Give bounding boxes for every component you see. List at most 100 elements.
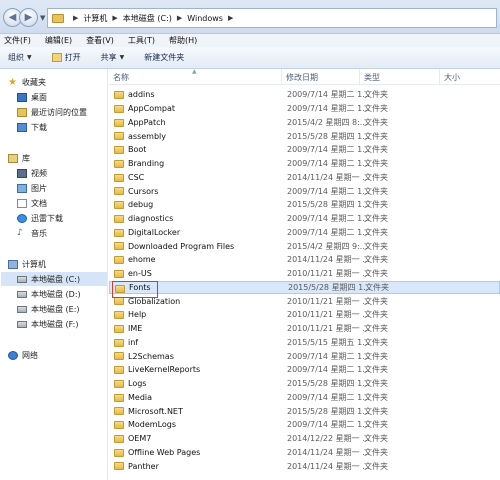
computer-icon: [8, 259, 18, 269]
file-row[interactable]: AppCompat 2009/7/14 星期二 1... 文件夹: [109, 102, 500, 116]
file-date-modified: 2015/5/28 星期四 1...: [287, 200, 370, 210]
hard-drive-icon: [17, 305, 27, 313]
file-row[interactable]: debug 2015/5/28 星期四 1... 文件夹: [109, 198, 500, 212]
nav-libraries-label: 库: [22, 153, 30, 163]
file-row[interactable]: Panther 2014/11/24 星期一 ... 文件夹: [109, 459, 500, 473]
menu-help[interactable]: 帮助(H): [169, 35, 197, 46]
address-bar[interactable]: ▶ 计算机 ▶ 本地磁盘 (C:) ▶ Windows ▶: [47, 8, 497, 28]
file-row[interactable]: Cursors 2009/7/14 星期二 1... 文件夹: [109, 184, 500, 198]
column-name[interactable]: 名称: [109, 69, 282, 85]
file-date-modified: 2015/5/15 星期五 1...: [287, 337, 370, 347]
file-row[interactable]: Help 2010/11/21 星期一 ... 文件夹: [109, 308, 500, 322]
file-row[interactable]: diagnostics 2009/7/14 星期二 1... 文件夹: [109, 212, 500, 226]
file-row[interactable]: Media 2009/7/14 星期二 1... 文件夹: [109, 391, 500, 405]
file-name: AppPatch: [128, 117, 166, 127]
folder-icon: [114, 201, 124, 209]
nav-computer[interactable]: 计算机: [8, 257, 46, 271]
nav-documents[interactable]: 文档: [17, 196, 47, 210]
file-row[interactable]: Boot 2009/7/14 星期二 1... 文件夹: [109, 143, 500, 157]
file-row[interactable]: ehome 2014/11/24 星期一 ... 文件夹: [109, 253, 500, 267]
nav-libraries[interactable]: 库: [8, 151, 30, 165]
nav-drive-d[interactable]: 本地磁盘 (D:): [17, 287, 81, 301]
column-date-modified[interactable]: 修改日期: [282, 69, 360, 85]
nav-drive-c-label: 本地磁盘 (C:): [31, 274, 81, 284]
file-row[interactable]: Fonts 2015/5/28 星期四 1... 文件夹: [109, 280, 500, 295]
file-name: Media: [128, 392, 153, 402]
file-row[interactable]: Branding 2009/7/14 星期二 1... 文件夹: [109, 157, 500, 171]
file-row[interactable]: addins 2009/7/14 星期二 1... 文件夹: [109, 88, 500, 102]
file-type: 文件夹: [364, 269, 388, 279]
file-row[interactable]: L2Schemas 2009/7/14 星期二 1... 文件夹: [109, 349, 500, 363]
breadcrumb-windows[interactable]: Windows: [187, 14, 223, 23]
file-row[interactable]: assembly 2015/5/28 星期四 1... 文件夹: [109, 129, 500, 143]
menu-tools[interactable]: 工具(T): [128, 35, 155, 46]
breadcrumb-computer[interactable]: 计算机: [83, 13, 107, 24]
column-type[interactable]: 类型: [360, 69, 440, 85]
folder-icon: [115, 284, 125, 293]
file-row[interactable]: en-US 2010/11/21 星期一 ... 文件夹: [109, 267, 500, 281]
chevron-right-icon[interactable]: ▶: [112, 14, 117, 22]
file-date-modified: 2015/4/2 星期四 9:...: [287, 241, 368, 251]
nav-network[interactable]: 网络: [8, 348, 38, 362]
forward-button[interactable]: ▶: [19, 8, 38, 27]
network-icon: [8, 350, 18, 360]
chevron-right-icon[interactable]: ▶: [177, 14, 182, 22]
nav-drive-e[interactable]: 本地磁盘 (E:): [17, 302, 80, 316]
nav-downloads[interactable]: 下载: [17, 120, 47, 134]
file-row[interactable]: CSC 2014/11/24 星期一 ... 文件夹: [109, 171, 500, 185]
menu-file[interactable]: 文件(F): [4, 35, 31, 46]
file-type: 文件夹: [364, 200, 388, 210]
chevron-right-icon[interactable]: ▶: [228, 14, 233, 22]
file-row[interactable]: Offline Web Pages 2014/11/24 星期一 ... 文件夹: [109, 446, 500, 460]
nav-drive-e-label: 本地磁盘 (E:): [31, 304, 80, 314]
folder-icon: [114, 187, 124, 196]
file-row[interactable]: Microsoft.NET 2015/5/28 星期四 1... 文件夹: [109, 404, 500, 418]
history-dropdown-icon[interactable]: ▼: [40, 14, 45, 22]
nav-desktop[interactable]: 桌面: [17, 90, 47, 104]
nav-thunder-downloads[interactable]: 迅雷下载: [17, 211, 63, 225]
nav-drive-f[interactable]: 本地磁盘 (F:): [17, 317, 78, 331]
command-bar: 组织 ▼ 打开 共享 ▼ 新建文件夹: [0, 47, 500, 69]
folder-icon: [114, 366, 124, 374]
breadcrumb-drive-c[interactable]: 本地磁盘 (C:): [123, 13, 172, 24]
document-icon: [17, 198, 27, 208]
nav-videos[interactable]: 视频: [17, 166, 47, 180]
nav-recent[interactable]: 最近访问的位置: [17, 105, 87, 119]
nav-pictures[interactable]: 图片: [17, 181, 47, 195]
nav-favorites[interactable]: ★ 收藏夹: [8, 75, 46, 89]
file-date-modified: 2009/7/14 星期二 1...: [287, 214, 370, 224]
file-name: Microsoft.NET: [128, 406, 183, 416]
file-row[interactable]: Downloaded Program Files 2015/4/2 星期四 9:.…: [109, 239, 500, 253]
folder-icon: [114, 462, 124, 471]
file-row[interactable]: DigitalLocker 2009/7/14 星期二 1... 文件夹: [109, 226, 500, 240]
file-row[interactable]: LiveKernelReports 2009/7/14 星期二 1... 文件夹: [109, 363, 500, 377]
organize-button[interactable]: 组织 ▼: [8, 52, 32, 63]
file-date-modified: 2014/12/22 星期一 ...: [287, 434, 370, 444]
nav-drive-c[interactable]: 本地磁盘 (C:): [1, 272, 107, 286]
folder-icon: [114, 434, 124, 443]
nav-downloads-label: 下载: [31, 122, 47, 132]
file-row[interactable]: OEM7 2014/12/22 星期一 ... 文件夹: [109, 432, 500, 446]
file-row[interactable]: Logs 2015/5/28 星期四 1... 文件夹: [109, 377, 500, 391]
file-list: addins 2009/7/14 星期二 1... 文件夹 AppCompat 2009…: [109, 88, 500, 473]
file-type: 文件夹: [364, 447, 388, 457]
file-row[interactable]: AppPatch 2015/4/2 星期四 8:... 文件夹: [109, 116, 500, 130]
folder-icon: [114, 228, 124, 237]
new-folder-button[interactable]: 新建文件夹: [144, 52, 184, 63]
menu-edit[interactable]: 编辑(E): [45, 35, 72, 46]
file-row[interactable]: inf 2015/5/15 星期五 1... 文件夹: [109, 336, 500, 350]
file-name: Offline Web Pages: [128, 447, 201, 457]
file-name: assembly: [128, 131, 166, 141]
share-button[interactable]: 共享 ▼: [101, 52, 125, 63]
open-button[interactable]: 打开: [51, 52, 81, 63]
folder-icon: [114, 104, 124, 113]
file-row[interactable]: IME 2010/11/21 星期一 ... 文件夹: [109, 322, 500, 336]
file-row[interactable]: ModemLogs 2009/7/14 星期二 1... 文件夹: [109, 418, 500, 432]
nav-music[interactable]: ♪ 音乐: [17, 226, 47, 240]
file-row[interactable]: Globalization 2010/11/21 星期一 ... 文件夹: [109, 294, 500, 308]
file-type: 文件夹: [364, 365, 388, 375]
menu-view[interactable]: 查看(V): [86, 35, 114, 46]
column-size[interactable]: 大小: [440, 69, 500, 85]
file-type: 文件夹: [364, 131, 388, 141]
chevron-right-icon[interactable]: ▶: [73, 14, 78, 22]
